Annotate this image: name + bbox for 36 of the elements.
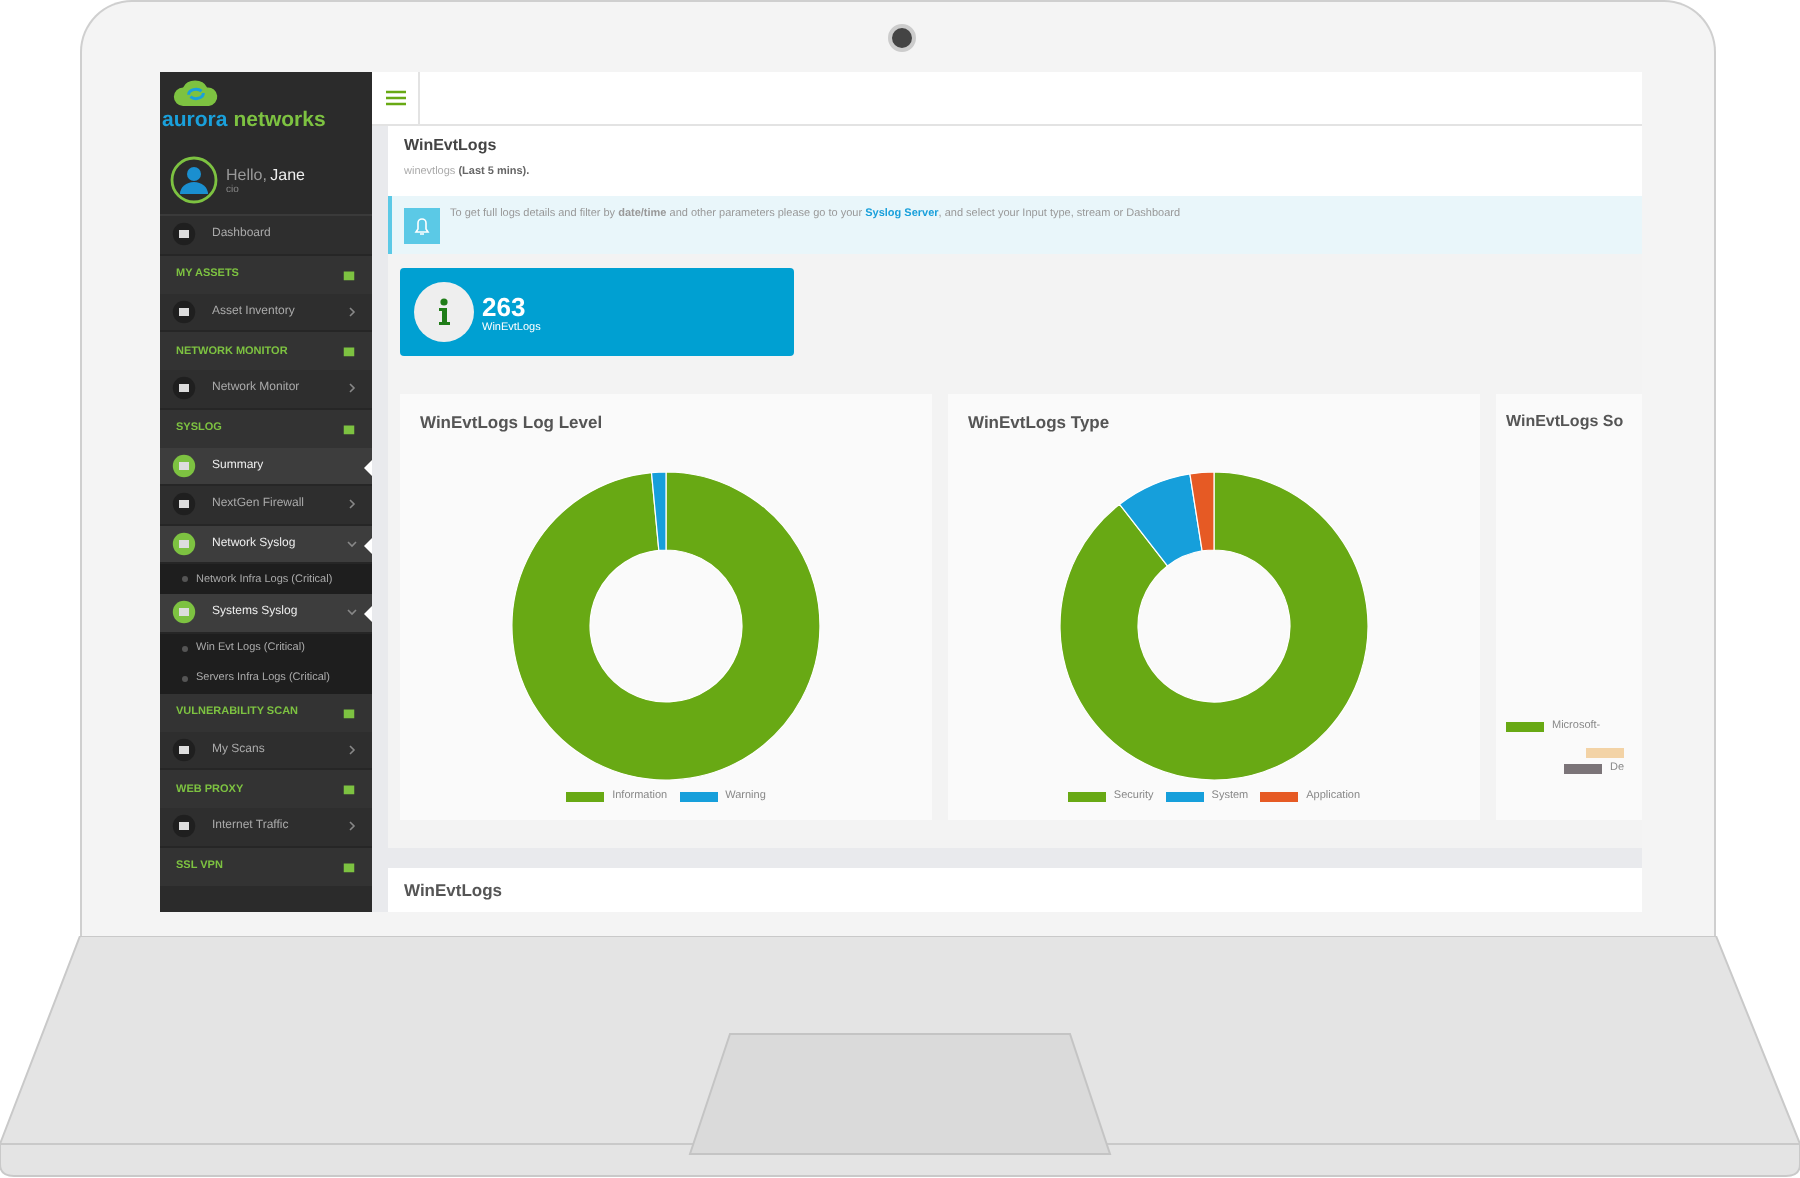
round-icon	[172, 299, 196, 324]
round-icon	[172, 531, 196, 556]
glyph-icon	[342, 859, 356, 873]
chart-title: WinEvtLogs Log Level	[420, 412, 603, 432]
chart-title: WinEvtLogs So	[1506, 412, 1624, 430]
round-icon	[172, 453, 196, 478]
glyph-icon	[342, 705, 356, 719]
bell-icon	[404, 208, 440, 244]
cloud-icon	[172, 78, 220, 108]
chevron-down-icon	[346, 537, 358, 550]
avatar-icon	[170, 156, 218, 204]
round-icon	[172, 492, 196, 517]
glyph-icon	[342, 421, 356, 435]
camera-icon	[888, 24, 916, 52]
glyph-icon	[342, 344, 356, 358]
round-icon	[172, 737, 196, 762]
pointer-icon	[364, 459, 372, 475]
glyph-icon	[342, 782, 356, 796]
pointer-icon	[364, 606, 372, 622]
pointer-icon	[364, 537, 372, 553]
logo-text: aurora	[162, 108, 228, 132]
card-title: WinEvtLogs	[404, 880, 505, 900]
round-icon	[172, 600, 196, 625]
page-title: WinEvtLogs	[404, 136, 499, 154]
stat-value: 263	[482, 291, 528, 321]
round-icon	[172, 376, 196, 401]
chevron-down-icon	[346, 606, 358, 619]
round-icon	[172, 222, 196, 247]
greeting-text: Hello,	[226, 165, 267, 183]
round-icon	[172, 814, 196, 839]
user-name: Jane	[270, 165, 305, 183]
chart-title: WinEvtLogs Type	[968, 412, 1110, 432]
menu-icon	[385, 90, 405, 106]
glyph-icon	[342, 267, 356, 281]
logo-text: networks	[233, 108, 326, 132]
info-icon	[414, 282, 474, 342]
